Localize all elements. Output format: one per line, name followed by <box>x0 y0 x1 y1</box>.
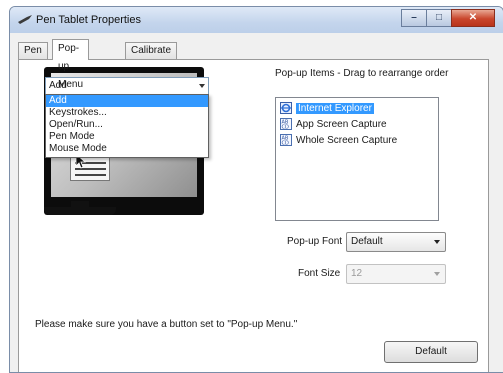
title-bar[interactable]: Pen Tablet Properties – □ ✕ <box>10 7 503 33</box>
list-item-label: Whole Screen Capture <box>296 134 398 146</box>
internet-explorer-icon <box>280 102 292 114</box>
dropdown-option-mouse-mode[interactable]: Mouse Mode <box>46 143 208 155</box>
dropdown-option-pen-mode[interactable]: Pen Mode <box>46 131 208 143</box>
font-size-select[interactable]: 12 <box>346 264 446 284</box>
window-title: Pen Tablet Properties <box>36 14 141 26</box>
tab-popup-menu[interactable]: Pop-up Menu <box>52 39 90 90</box>
minimize-button[interactable]: – <box>401 9 427 27</box>
pen-tablet-icon <box>18 15 32 24</box>
screen-capture-icon: AB CD <box>280 118 292 130</box>
font-size-label: Font Size <box>298 268 341 279</box>
window-controls: – □ ✕ <box>401 9 495 27</box>
popup-font-select[interactable]: Default <box>346 232 446 252</box>
tab-pen[interactable]: Pen <box>18 42 48 59</box>
maximize-button[interactable]: □ <box>426 9 452 27</box>
list-item-label: Internet Explorer <box>296 102 374 114</box>
dropdown-option-open-run[interactable]: Open/Run... <box>46 119 208 131</box>
list-item[interactable]: AB CD App Screen Capture <box>280 117 387 131</box>
popup-items-list[interactable]: Internet Explorer AB CD App Screen Captu… <box>275 97 439 221</box>
popup-font-value: Default <box>351 236 383 247</box>
list-item-label: App Screen Capture <box>296 118 387 130</box>
default-button[interactable]: Default <box>384 341 478 363</box>
list-item[interactable]: AB CD Whole Screen Capture <box>280 133 397 147</box>
popup-items-label: Pop-up Items - Drag to rearrange order <box>275 68 449 79</box>
list-item[interactable]: Internet Explorer <box>280 101 374 115</box>
tab-calibrate[interactable]: Calibrate <box>125 42 178 59</box>
minimize-icon: – <box>411 12 417 23</box>
chevron-down-icon <box>199 84 205 88</box>
screen-capture-icon: AB CD <box>280 134 292 146</box>
svg-text:CD: CD <box>282 125 289 131</box>
svg-text:CD: CD <box>282 141 289 147</box>
action-dropdown-list: Add Keystrokes... Open/Run... Pen Mode M… <box>45 94 209 158</box>
maximize-icon: □ <box>435 12 443 23</box>
chevron-down-icon <box>434 272 440 276</box>
close-icon: ✕ <box>468 12 478 23</box>
monitor-stand-base <box>44 207 116 215</box>
popup-button-note: Please make sure you have a button set t… <box>35 319 298 330</box>
chevron-down-icon <box>434 240 440 244</box>
dropdown-option-keystrokes[interactable]: Keystrokes... <box>46 107 208 119</box>
font-size-value: 12 <box>351 268 363 279</box>
close-button[interactable]: ✕ <box>451 9 495 27</box>
popup-font-label: Pop-up Font <box>287 236 343 247</box>
dropdown-option-add[interactable]: Add <box>46 95 208 107</box>
